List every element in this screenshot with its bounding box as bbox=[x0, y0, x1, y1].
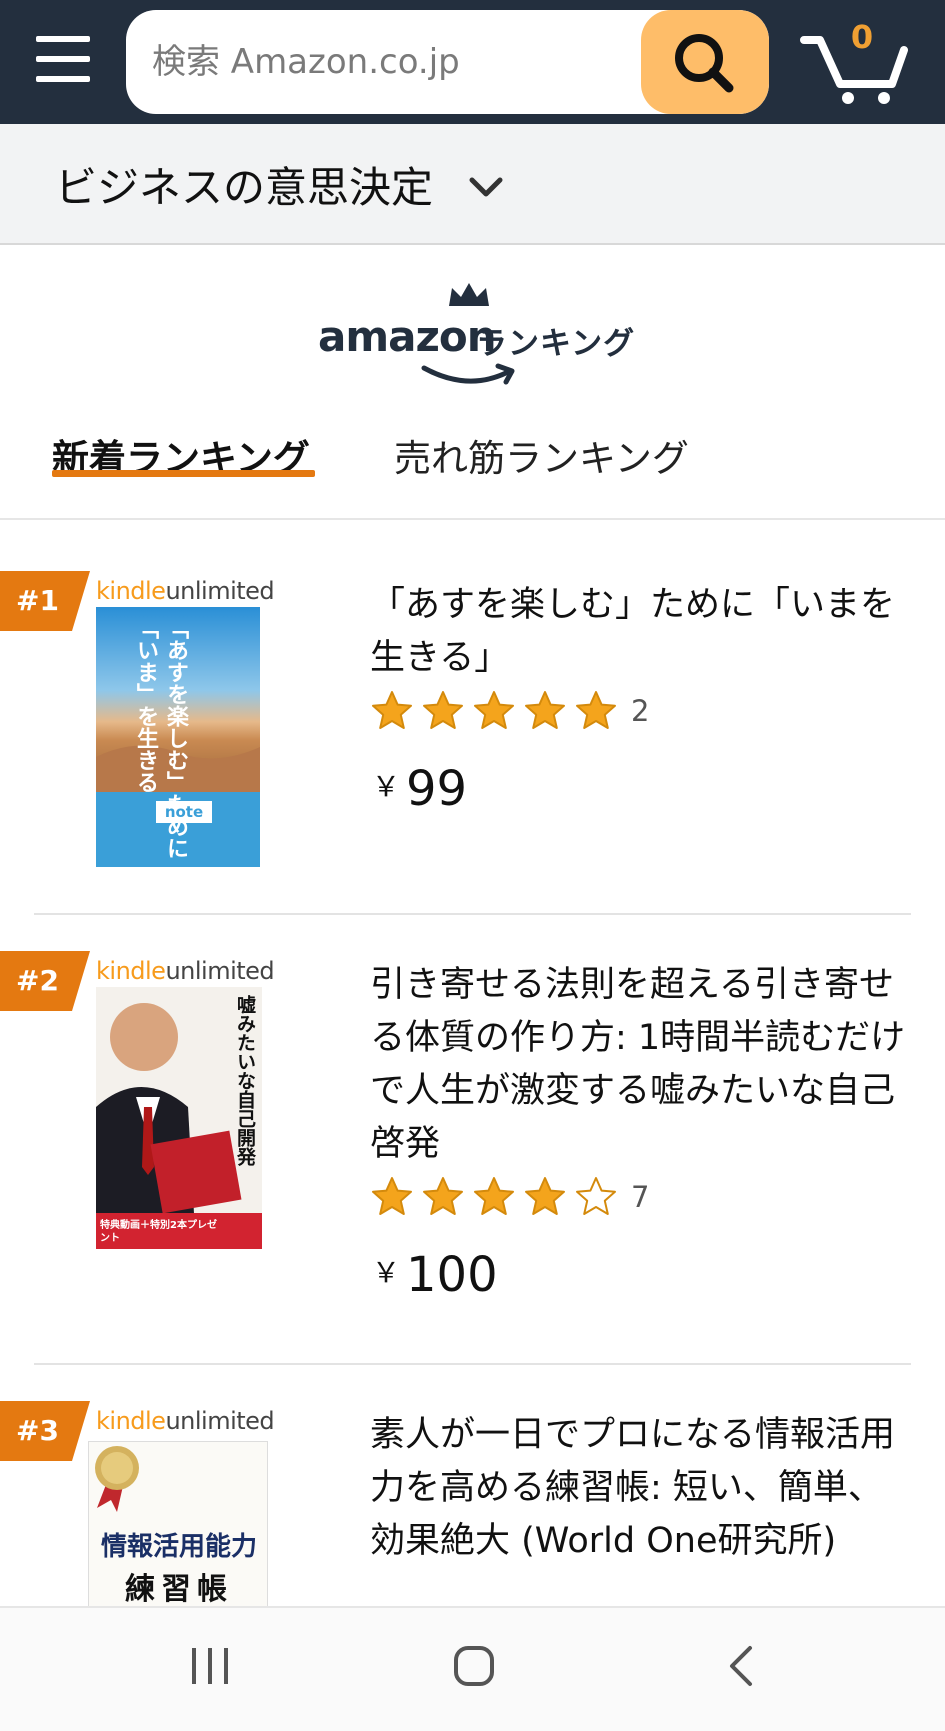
divider bbox=[34, 913, 911, 915]
search-icon bbox=[675, 34, 734, 93]
price: ￥ 100 bbox=[372, 1247, 498, 1303]
cart-count: 0 bbox=[850, 18, 874, 56]
ranking-tabs: 新着ランキング 売れ筋ランキング bbox=[0, 418, 945, 520]
star-filled-icon bbox=[423, 691, 463, 729]
top-header: 0 bbox=[0, 0, 945, 124]
search-box bbox=[126, 10, 769, 114]
back-icon[interactable] bbox=[720, 1644, 764, 1688]
category-title: ビジネスの意思決定 bbox=[55, 163, 434, 212]
product-title[interactable]: 「あすを楽しむ」ために「いまを生きる」 bbox=[370, 579, 910, 685]
ranking-item[interactable]: #3 kindleunlimited 情報活用能力 練習帳 素人が一日でプロにな… bbox=[0, 1401, 945, 1606]
ranking-logo-label: ランキング bbox=[476, 326, 636, 362]
star-rating[interactable]: 7 bbox=[370, 1175, 649, 1219]
review-count: 2 bbox=[631, 694, 650, 728]
crown-icon bbox=[449, 283, 489, 306]
star-filled-icon bbox=[474, 1177, 514, 1215]
star-filled-icon bbox=[372, 691, 412, 729]
rank-badge: #2 bbox=[0, 951, 90, 1011]
book-cover[interactable]: 「あすを楽しむ」ために「いま」を生きる note bbox=[96, 607, 260, 867]
rank-badge: #3 bbox=[0, 1401, 90, 1461]
star-empty-icon bbox=[576, 1177, 616, 1215]
ranking-item[interactable]: #1 kindleunlimited 「あすを楽しむ」ために「いま」を生きる n… bbox=[0, 571, 945, 871]
price-value: 100 bbox=[406, 1247, 498, 1303]
tab-bestseller-ranking[interactable]: 売れ筋ランキング bbox=[394, 428, 689, 482]
rank-badge: #1 bbox=[0, 571, 90, 631]
amazon-logo: amazon bbox=[318, 312, 497, 361]
star-filled-icon bbox=[474, 691, 514, 729]
star-filled-icon bbox=[525, 691, 565, 729]
kindle-unlimited-label: kindleunlimited bbox=[96, 1407, 275, 1435]
product-title[interactable]: 素人が一日でプロになる情報活用力を高める練習帳: 短い、簡単、効果絶大 (Wor… bbox=[370, 1409, 910, 1568]
book-cover[interactable]: 嘘みたいな自己開発 特典動画＋特別2本プレゼント bbox=[96, 987, 262, 1249]
kindle-unlimited-label: kindleunlimited bbox=[96, 957, 275, 985]
currency-symbol: ￥ bbox=[372, 770, 401, 803]
star-filled-icon bbox=[525, 1177, 565, 1215]
cover-banner: 特典動画＋特別2本プレゼント bbox=[100, 1220, 217, 1244]
search-button[interactable] bbox=[641, 10, 769, 114]
category-bar[interactable]: ビジネスの意思決定 bbox=[0, 124, 945, 245]
review-count: 7 bbox=[631, 1180, 650, 1214]
kindle-unlimited-label: kindleunlimited bbox=[96, 577, 275, 605]
divider bbox=[34, 1363, 911, 1365]
active-tab-indicator bbox=[52, 470, 315, 477]
cover-title: 「あすを楽しむ」ために「いま」を生きる bbox=[133, 617, 188, 859]
price: ￥ 99 bbox=[372, 761, 467, 817]
currency-symbol: ￥ bbox=[372, 1256, 401, 1289]
search-input[interactable] bbox=[126, 10, 636, 114]
cover-title-line1: 情報活用能力 bbox=[100, 1532, 257, 1562]
menu-icon[interactable] bbox=[36, 32, 90, 86]
cart-button[interactable]: 0 bbox=[800, 18, 910, 106]
star-rating[interactable]: 2 bbox=[370, 689, 649, 733]
star-filled-icon bbox=[423, 1177, 463, 1215]
product-title[interactable]: 引き寄せる法則を超える引き寄せる体質の作り方: 1時間半読むだけで人生が激変する… bbox=[370, 959, 910, 1171]
ranking-item[interactable]: #2 kindleunlimited 嘘みたいな自己開発 特典動画＋特別2本プレ… bbox=[0, 951, 945, 1303]
chevron-down-icon bbox=[469, 177, 503, 197]
system-nav-bar bbox=[0, 1606, 945, 1731]
note-badge: note bbox=[156, 801, 212, 823]
award-medal-icon bbox=[95, 1446, 139, 1512]
price-value: 99 bbox=[406, 761, 468, 817]
amazon-smile-icon bbox=[421, 363, 515, 385]
cover-title-line2: 練習帳 bbox=[125, 1572, 233, 1606]
cover-title: 嘘みたいな自己開発 bbox=[234, 995, 256, 1166]
home-icon[interactable] bbox=[452, 1644, 496, 1688]
book-cover[interactable]: 情報活用能力 練習帳 bbox=[88, 1441, 268, 1606]
star-filled-icon bbox=[372, 1177, 412, 1215]
recent-apps-icon[interactable] bbox=[188, 1644, 232, 1688]
star-filled-icon bbox=[576, 691, 616, 729]
